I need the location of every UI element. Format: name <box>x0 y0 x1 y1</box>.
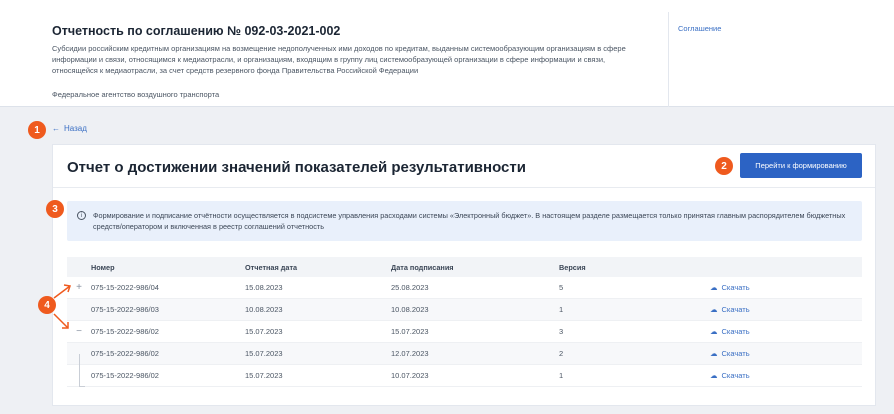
cloud-download-icon: ☁ <box>710 371 718 380</box>
row-sign-date: 15.07.2023 <box>391 327 429 336</box>
row-report-date: 15.07.2023 <box>245 349 283 358</box>
download-label: Скачать <box>721 283 750 292</box>
row-version: 5 <box>559 283 564 292</box>
marker-3: 3 <box>46 200 64 218</box>
info-icon: i <box>77 211 86 220</box>
cloud-download-icon: ☁ <box>710 349 718 358</box>
row-sign-date: 10.07.2023 <box>391 371 429 380</box>
report-title: Отчет о достижении значений показателей … <box>67 159 526 176</box>
download-link[interactable]: ☁ Скачать <box>710 349 862 358</box>
header-version: Версия <box>559 262 586 272</box>
row-sign-date: 12.07.2023 <box>391 349 429 358</box>
agreement-description: Субсидии российским кредитным организаци… <box>52 44 626 75</box>
table-row-child: 075-15-2022-986/02 15.07.2023 10.07.2023… <box>67 365 862 387</box>
row-number: 075-15-2022-986/03 <box>91 305 159 314</box>
header-sign-date: Дата подписания <box>391 262 454 272</box>
go-to-generation-button[interactable]: Перейти к формированию <box>740 153 862 178</box>
info-box: i Формирование и подписание отчётности о… <box>67 201 862 241</box>
table-row: + 075-15-2022-986/04 15.08.2023 25.08.20… <box>67 277 862 299</box>
download-link[interactable]: ☁ Скачать <box>710 371 862 380</box>
download-label: Скачать <box>721 371 750 380</box>
reports-table: Номер Отчетная дата Дата подписания Верс… <box>67 257 862 387</box>
report-card: Отчет о достижении значений показателей … <box>52 144 876 406</box>
table-row: − 075-15-2022-986/02 15.07.2023 15.07.20… <box>67 321 862 343</box>
tree-elbow <box>79 375 85 387</box>
row-number: 075-15-2022-986/02 <box>91 371 159 380</box>
cloud-download-icon: ☁ <box>710 283 718 292</box>
arrow-left-icon: ← <box>52 124 60 133</box>
row-report-date: 15.08.2023 <box>245 283 283 292</box>
agreement-title: Отчетность по соглашению № 092-03-2021-0… <box>52 24 341 38</box>
row-sign-date: 25.08.2023 <box>391 283 429 292</box>
back-link-label: Назад <box>64 124 87 133</box>
download-label: Скачать <box>721 349 750 358</box>
table-row: 075-15-2022-986/03 10.08.2023 10.08.2023… <box>67 299 862 321</box>
row-version: 1 <box>559 371 564 380</box>
cloud-download-icon: ☁ <box>710 305 718 314</box>
download-link[interactable]: ☁ Скачать <box>710 283 862 292</box>
row-number: 075-15-2022-986/02 <box>91 349 159 358</box>
row-number: 075-15-2022-986/04 <box>91 283 159 292</box>
marker-1: 1 <box>28 121 46 139</box>
table-header: Номер Отчетная дата Дата подписания Верс… <box>67 257 862 277</box>
row-report-date: 10.08.2023 <box>245 305 283 314</box>
marker-4-arrows <box>53 284 71 329</box>
row-report-date: 15.07.2023 <box>245 371 283 380</box>
row-number: 075-15-2022-986/02 <box>91 327 159 336</box>
download-label: Скачать <box>721 327 750 336</box>
download-label: Скачать <box>721 305 750 314</box>
header-report-date: Отчетная дата <box>245 262 298 272</box>
agreement-link[interactable]: Соглашение <box>678 24 721 33</box>
download-link[interactable]: ☁ Скачать <box>710 305 862 314</box>
row-sign-date: 10.08.2023 <box>391 305 429 314</box>
info-text: Формирование и подписание отчётности осу… <box>93 211 846 231</box>
row-version: 2 <box>559 349 564 358</box>
cloud-download-icon: ☁ <box>710 327 718 336</box>
agency-name: Федеральное агентство воздушного транспо… <box>52 90 220 99</box>
table-row-child: 075-15-2022-986/02 15.07.2023 12.07.2023… <box>67 343 862 376</box>
marker-2: 2 <box>715 157 733 175</box>
download-link[interactable]: ☁ Скачать <box>710 327 862 336</box>
header-divider <box>668 12 669 107</box>
card-divider <box>53 187 875 188</box>
row-version: 3 <box>559 327 564 336</box>
header-number: Номер <box>91 262 115 272</box>
row-version: 1 <box>559 305 564 314</box>
row-report-date: 15.07.2023 <box>245 327 283 336</box>
back-link[interactable]: ← Назад <box>52 124 87 133</box>
agreement-header: Отчетность по соглашению № 092-03-2021-0… <box>0 0 894 107</box>
